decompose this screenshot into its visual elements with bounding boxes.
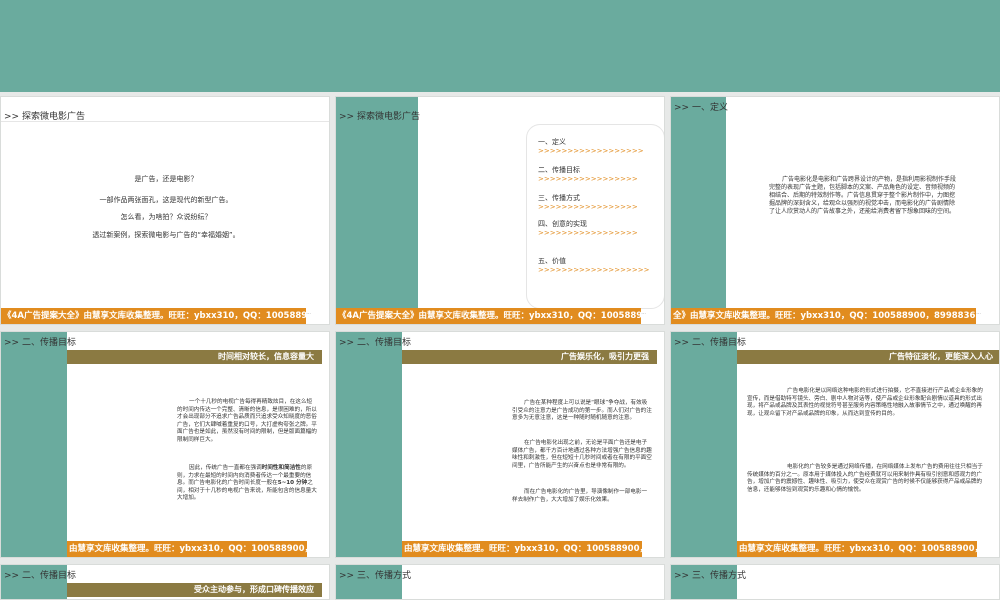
slide-footer: 《4A广告提案大全》由慧享文库收集整理。旺旺：ybxx310，QQ：100588… [336,308,641,324]
intro-line-1: 是广告，还是电影？ [134,175,198,183]
slide-header: >> 一、定义 [674,103,728,113]
slide-header: >> 三、传播方式 [674,571,746,581]
page-mark: ... [306,310,311,316]
slide-footer: 由慧享文库收集整理。旺旺：ybxx310，QQ：100588900，899883… [67,541,307,557]
slide-header: >> 二、传播目标 [339,338,411,348]
slide-header: >> 二、传播目标 [4,571,76,581]
teal-sidebar [1,332,67,557]
slide-footer: 《4A广告提案大全》由慧享文库收集整理。旺旺：ybxx310，QQ：100588… [1,308,306,324]
slide-header: >> 探索微电影广告 [4,112,85,122]
toc-item-5[interactable]: 五、价值 >>>>>>>>>>>>>>>>>>> [538,256,664,274]
slide-header: >> 二、传播目标 [674,338,746,348]
slide-thumbnail-1[interactable]: >> 探索微电影广告 是广告，还是电影？ 一部作品两张面孔，这是现代的新型广告。… [0,96,330,325]
subtitle-bar: 受众主动参与，形成口碑传播效应 [67,583,322,597]
definition-body: 广告电影化是电影和广告跨界设计的产物，是指利用影视制作手段完整的表现广告主题，包… [769,176,957,215]
slide-header: >> 探索微电影广告 [339,112,420,122]
slide-thumbnail-8[interactable]: >> 三、传播方式 [335,564,665,600]
paragraph-3: 而在广告电影化的广告里，导演像制作一部电影一样去制作广告，大大增加了娱乐化效果。 [512,489,648,503]
slide-thumbnail-9[interactable]: >> 三、传播方式 [670,564,1000,600]
paragraph-1: 广告在某种程度上可以说是“眼球”争夺战，有效吸引受众的注意力是广告成功的第一步。… [512,400,652,421]
paragraph-2: 在广告电影化出现之前，无论是平面广告还是电子媒体广告，都千方百计地通过各种方法增… [512,440,652,469]
paragraph-1: 一个十几秒的电视广告每得再精致炫目，在这么短的时间内传达一个完整、清晰的信息，是… [177,399,317,443]
slide-footer: 全》由慧享文库收集整理。旺旺：ybxx310，QQ：100588900，8998… [671,308,976,324]
slide-footer: 由慧享文库收集整理。旺旺：ybxx310，QQ：100588900，899883… [402,541,642,557]
teal-sidebar [671,332,737,557]
slide-footer: 由慧享文库收集整理。旺旺：ybxx310，QQ：100588900，899883… [737,541,977,557]
subtitle-bar: 广告特征淡化，更能深入人心 [737,350,999,364]
toc-item-1[interactable]: 一、定义 >>>>>>>>>>>>>>>>>> [538,137,664,155]
teal-sidebar [336,97,418,324]
page-mark: ... [976,310,981,316]
top-band [0,0,1000,92]
slide-thumbnail-3[interactable]: >> 一、定义 广告电影化是电影和广告跨界设计的产物，是指利用影视制作手段完整的… [670,96,1000,325]
slide-thumbnail-5[interactable]: >> 二、传播目标 广告娱乐化，吸引力更强 广告在某种程度上可以说是“眼球”争夺… [335,331,665,558]
paragraph-2: 因此，传统广告一直都在强调时间性和简洁性的原则，力求在最短的时间内向消费者传达一… [177,465,317,501]
subtitle-bar: 时间相对较长，信息容量大 [67,350,322,364]
page-mark: ... [641,310,646,316]
toc-item-3[interactable]: 三、传播方式 >>>>>>>>>>>>>>>>> [538,193,664,211]
slide-thumbnail-6[interactable]: >> 二、传播目标 广告特征淡化，更能深入人心 广告电影化是以网络这种电影的形式… [670,331,1000,558]
intro-line-2: 一部作品两张面孔，这是现代的新型广告。 [99,196,233,204]
toc-item-2[interactable]: 二、传播目标 >>>>>>>>>>>>>>>>> [538,165,664,183]
slide-thumbnail-7[interactable]: >> 二、传播目标 受众主动参与，形成口碑传播效应 [0,564,330,600]
slide-header: >> 三、传播方式 [339,571,411,581]
toc-item-4[interactable]: 四、创意的实现 >>>>>>>>>>>>>>>>> [538,219,658,237]
slide-header: >> 二、传播目标 [4,338,76,348]
slide-thumbnail-2[interactable]: >> 探索微电影广告 一、定义 >>>>>>>>>>>>>>>>>> 二、传播目… [335,96,665,325]
subtitle-bar: 广告娱乐化，吸引力更强 [402,350,657,364]
slide-thumbnail-4[interactable]: >> 二、传播目标 时间相对较长，信息容量大 一个十几秒的电视广告每得再精致炫目… [0,331,330,558]
intro-line-4: 透过新案例，探索微电影与广告的“幸福婚姻”。 [92,231,240,239]
header-rule [1,121,329,122]
paragraph-2: 电影化的广告较多是通过网络传播，在网络媒体上发布广告的费用往往只相当于传统媒体的… [747,464,983,493]
paragraph-1: 广告电影化是以网络这种电影的形式进行拍摄，它不直接进行产品或企业形象的宣传，而是… [747,388,983,417]
intro-line-3: 怎么看，为啥拍？众说纷纭？ [120,213,212,221]
teal-sidebar [336,332,402,557]
teal-sidebar [671,97,726,324]
